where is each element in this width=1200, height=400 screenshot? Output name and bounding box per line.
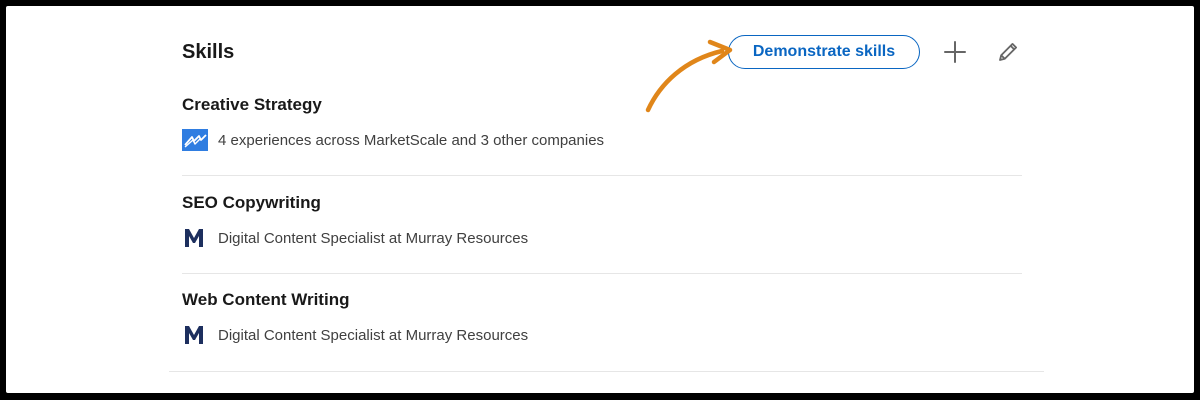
annotation-arrow-icon [645, 39, 733, 113]
demonstrate-skills-button[interactable]: Demonstrate skills [728, 35, 920, 69]
murray-resources-logo-icon [182, 227, 208, 249]
skills-header: Skills Demonstrate skills [182, 34, 1022, 70]
skill-detail-text: Digital Content Specialist at Murray Res… [218, 326, 529, 344]
skill-name[interactable]: Creative Strategy [182, 95, 322, 115]
skill-detail: 4 experiences across MarketScale and 3 o… [182, 129, 604, 151]
skill-name[interactable]: SEO Copywriting [182, 193, 321, 213]
screenshot-frame: Skills Demonstrate skills Creative Strat… [6, 6, 1194, 393]
murray-resources-logo-icon [182, 324, 208, 346]
divider [182, 273, 1022, 274]
marketscale-logo-icon [182, 129, 208, 151]
divider [182, 175, 1022, 176]
section-title: Skills [182, 41, 235, 63]
edit-skills-button[interactable] [993, 37, 1023, 67]
plus-icon [944, 41, 966, 63]
skill-detail: Digital Content Specialist at Murray Res… [182, 227, 528, 249]
skill-detail-text: Digital Content Specialist at Murray Res… [218, 229, 529, 247]
skill-detail: Digital Content Specialist at Murray Res… [182, 324, 528, 346]
skill-name[interactable]: Web Content Writing [182, 290, 349, 310]
skill-detail-text: 4 experiences across MarketScale and 3 o… [218, 131, 605, 149]
add-skill-button[interactable] [940, 37, 970, 67]
pencil-icon [999, 43, 1017, 61]
card-bottom-border [169, 371, 1044, 372]
